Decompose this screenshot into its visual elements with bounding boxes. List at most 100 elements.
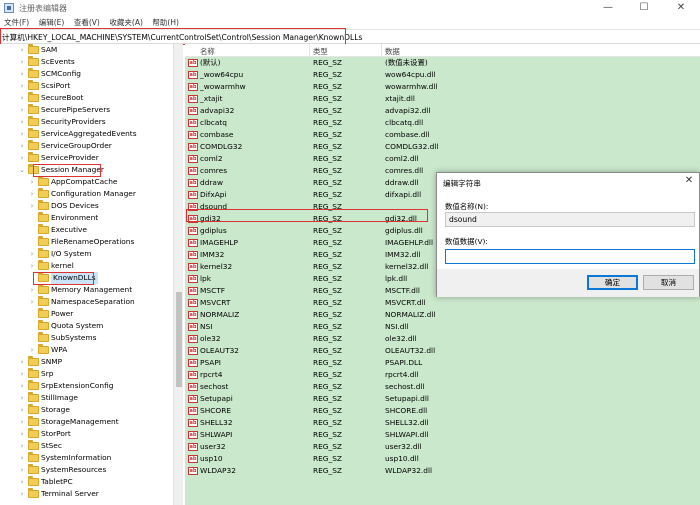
menu-help[interactable]: 帮助(H) (148, 17, 182, 28)
column-separator[interactable] (381, 44, 382, 57)
chevron-right-icon[interactable]: › (28, 284, 36, 296)
chevron-down-icon[interactable]: ⌄ (18, 164, 26, 176)
chevron-right-icon[interactable]: › (18, 440, 26, 452)
chevron-right-icon[interactable]: › (18, 404, 26, 416)
chevron-right-icon[interactable]: › (18, 368, 26, 380)
tree-item[interactable]: › SCMConfig (0, 68, 172, 80)
chevron-right-icon[interactable]: › (18, 356, 26, 368)
tree-pane[interactable]: › SAM › ScEvents › SCMConfig › ScsiPort › SecureB… (0, 44, 183, 505)
value-row[interactable]: ab NORMALIZ REG_SZ NORMALIZ.dll (185, 309, 700, 321)
tree-item[interactable]: › StSec (0, 440, 172, 452)
column-separator[interactable] (309, 44, 310, 57)
chevron-right-icon[interactable]: › (28, 188, 36, 200)
close-button[interactable]: ✕ (664, 1, 698, 16)
menu-file[interactable]: 文件(F) (0, 17, 32, 28)
column-header-data[interactable]: 数据 (385, 46, 400, 57)
chevron-right-icon[interactable]: › (18, 464, 26, 476)
tree-item[interactable]: › I/O System (0, 248, 172, 260)
chevron-right-icon[interactable]: › (18, 104, 26, 116)
tree-item[interactable]: › Memory Management (0, 284, 172, 296)
value-row[interactable]: ab advapi32 REG_SZ advapi32.dll (185, 105, 700, 117)
value-row[interactable]: ab usp10 REG_SZ usp10.dll (185, 453, 700, 465)
chevron-right-icon[interactable]: › (28, 176, 36, 188)
value-row[interactable]: ab rpcrt4 REG_SZ rpcrt4.dll (185, 369, 700, 381)
column-header-name[interactable]: 名称 (200, 46, 215, 57)
tree-item[interactable]: ⌄ Session Manager (0, 164, 172, 176)
value-row[interactable]: ab _wowarmhw REG_SZ wowarmhw.dll (185, 81, 700, 93)
tree-item[interactable]: SubSystems (0, 332, 172, 344)
chevron-right-icon[interactable]: › (18, 44, 26, 56)
ok-button[interactable]: 确定 (587, 275, 638, 290)
tree-item[interactable]: › ScsiPort (0, 80, 172, 92)
value-row[interactable]: ab sechost REG_SZ sechost.dll (185, 381, 700, 393)
tree-item[interactable]: › AppCompatCache (0, 176, 172, 188)
chevron-right-icon[interactable]: › (18, 476, 26, 488)
tree-item[interactable]: › kernel (0, 260, 172, 272)
value-row[interactable]: ab OLEAUT32 REG_SZ OLEAUT32.dll (185, 345, 700, 357)
chevron-right-icon[interactable]: › (28, 248, 36, 260)
value-row[interactable]: ab COMDLG32 REG_SZ COMDLG32.dll (185, 141, 700, 153)
value-row[interactable]: ab clbcatq REG_SZ clbcatq.dll (185, 117, 700, 129)
address-bar[interactable]: 计算机\HKEY_LOCAL_MACHINE\SYSTEM\CurrentCon… (0, 29, 700, 44)
menu-edit[interactable]: 编辑(E) (35, 17, 68, 28)
value-row[interactable]: ab _xtajit REG_SZ xtajit.dll (185, 93, 700, 105)
tree-item[interactable]: › TabletPC (0, 476, 172, 488)
menu-view[interactable]: 查看(V) (70, 17, 103, 28)
value-row[interactable]: ab user32 REG_SZ user32.dll (185, 441, 700, 453)
tree-scrollbar-thumb[interactable] (176, 292, 182, 387)
tree-item[interactable]: › Terminal Server (0, 488, 172, 500)
tree-item[interactable]: › Configuration Manager (0, 188, 172, 200)
chevron-right-icon[interactable]: › (18, 140, 26, 152)
tree-item[interactable]: › SecurityProviders (0, 116, 172, 128)
chevron-right-icon[interactable]: › (18, 128, 26, 140)
chevron-right-icon[interactable]: › (18, 92, 26, 104)
value-row[interactable]: ab PSAPI REG_SZ PSAPI.DLL (185, 357, 700, 369)
value-row[interactable]: ab MSVCRT REG_SZ MSVCRT.dll (185, 297, 700, 309)
chevron-right-icon[interactable]: › (18, 380, 26, 392)
chevron-right-icon[interactable]: › (18, 152, 26, 164)
tree-item[interactable]: Executive (0, 224, 172, 236)
chevron-right-icon[interactable]: › (18, 428, 26, 440)
chevron-right-icon[interactable]: › (28, 344, 36, 356)
chevron-right-icon[interactable]: › (18, 68, 26, 80)
tree-item[interactable]: › DOS Devices (0, 200, 172, 212)
tree-item[interactable]: › ServiceAggregatedEvents (0, 128, 172, 140)
tree-item[interactable]: › StorageManagement (0, 416, 172, 428)
chevron-right-icon[interactable]: › (18, 56, 26, 68)
value-row[interactable]: ab SHCORE REG_SZ SHCORE.dll (185, 405, 700, 417)
tree-item[interactable]: › StillImage (0, 392, 172, 404)
tree-item[interactable]: Environment (0, 212, 172, 224)
tree-item[interactable]: › ServiceProvider (0, 152, 172, 164)
dialog-close-icon[interactable]: ✕ (683, 175, 695, 186)
tree-item[interactable]: › SecurePipeServers (0, 104, 172, 116)
tree-item[interactable]: › ServiceGroupOrder (0, 140, 172, 152)
value-row[interactable]: ab coml2 REG_SZ coml2.dll (185, 153, 700, 165)
value-row[interactable]: ab combase REG_SZ combase.dll (185, 129, 700, 141)
tree-scrollbar[interactable] (173, 44, 183, 505)
chevron-right-icon[interactable]: › (28, 296, 36, 308)
chevron-right-icon[interactable]: › (28, 200, 36, 212)
tree-item[interactable]: › SystemInformation (0, 452, 172, 464)
tree-item[interactable]: Quota System (0, 320, 172, 332)
tree-item[interactable]: › StorPort (0, 428, 172, 440)
tree-item[interactable]: › SecureBoot (0, 92, 172, 104)
tree-item[interactable]: › SAM (0, 44, 172, 56)
value-row[interactable]: ab WLDAP32 REG_SZ WLDAP32.dll (185, 465, 700, 477)
value-row[interactable]: ab ole32 REG_SZ ole32.dll (185, 333, 700, 345)
chevron-right-icon[interactable]: › (28, 260, 36, 272)
tree-item[interactable]: › ScEvents (0, 56, 172, 68)
value-row[interactable]: ab (默认) REG_SZ (数值未设置) (185, 57, 700, 69)
tree-item[interactable]: KnownDLLs (0, 272, 172, 284)
cancel-button[interactable]: 取消 (643, 275, 694, 290)
value-row[interactable]: ab SHLWAPI REG_SZ SHLWAPI.dll (185, 429, 700, 441)
value-row[interactable]: ab NSI REG_SZ NSI.dll (185, 321, 700, 333)
tree-item[interactable]: › Srp (0, 368, 172, 380)
address-path[interactable]: 计算机\HKEY_LOCAL_MACHINE\SYSTEM\CurrentCon… (2, 32, 362, 43)
chevron-right-icon[interactable]: › (18, 392, 26, 404)
tree-item[interactable]: › WPA (0, 344, 172, 356)
column-header-type[interactable]: 类型 (313, 46, 328, 57)
tree-item[interactable]: › NamespaceSeparation (0, 296, 172, 308)
tree-item[interactable]: FileRenameOperations (0, 236, 172, 248)
chevron-right-icon[interactable]: › (18, 80, 26, 92)
value-row[interactable]: ab SHELL32 REG_SZ SHELL32.dll (185, 417, 700, 429)
